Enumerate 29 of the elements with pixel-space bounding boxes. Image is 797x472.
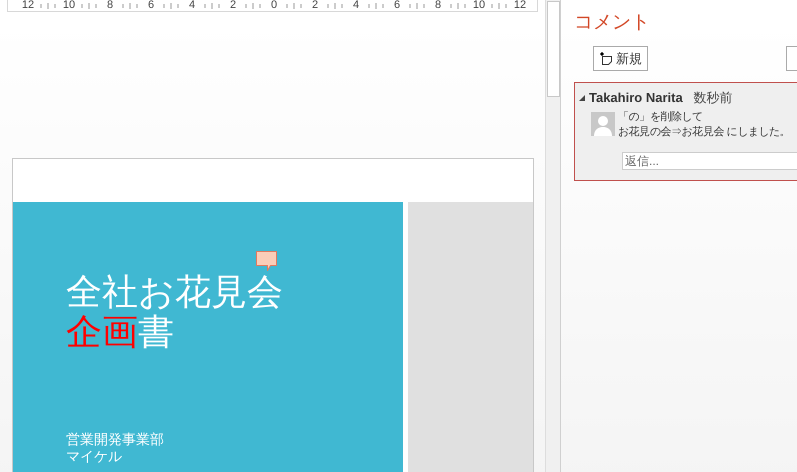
ruler-label: 4 xyxy=(352,0,360,11)
toolbar-button[interactable] xyxy=(786,46,797,71)
reply-field[interactable]: 返信... xyxy=(622,152,797,170)
ruler-label: 2 xyxy=(228,0,238,11)
ruler-label: 12 xyxy=(512,0,528,11)
comment-text: 「の」を削除して お花見の会⇒お花見会 にしました。 xyxy=(618,110,790,140)
scrollbar-thumb[interactable] xyxy=(546,1,560,97)
ruler-label: 6 xyxy=(146,0,156,11)
ruler-label: 0 xyxy=(270,0,278,11)
slide-title: 全社お花見会 企画書 xyxy=(66,272,283,352)
comment-marker-icon[interactable] xyxy=(255,250,279,272)
expand-toggle-icon[interactable] xyxy=(579,94,585,101)
scrollbar[interactable] xyxy=(545,0,560,472)
new-note-icon xyxy=(599,52,613,66)
presenter-text: マイケル xyxy=(66,448,122,465)
ruler-label: 2 xyxy=(310,0,320,11)
comment-author: Takahiro Narita xyxy=(589,89,683,107)
ruler-label: 10 xyxy=(472,0,486,11)
ruler-label: 4 xyxy=(188,0,196,11)
panel-title: コメント xyxy=(574,11,650,35)
ruler-label: 12 xyxy=(20,0,36,11)
new-comment-button[interactable]: 新規 xyxy=(593,46,648,71)
comment-time: 数秒前 xyxy=(694,89,733,107)
department-text: 営業開発事業部 xyxy=(66,431,164,448)
ruler-label: 6 xyxy=(392,0,402,11)
avatar-icon xyxy=(591,112,615,136)
ruler-label: 8 xyxy=(434,0,442,11)
ruler-label: 8 xyxy=(106,0,114,11)
ruler-label: 10 xyxy=(62,0,76,11)
